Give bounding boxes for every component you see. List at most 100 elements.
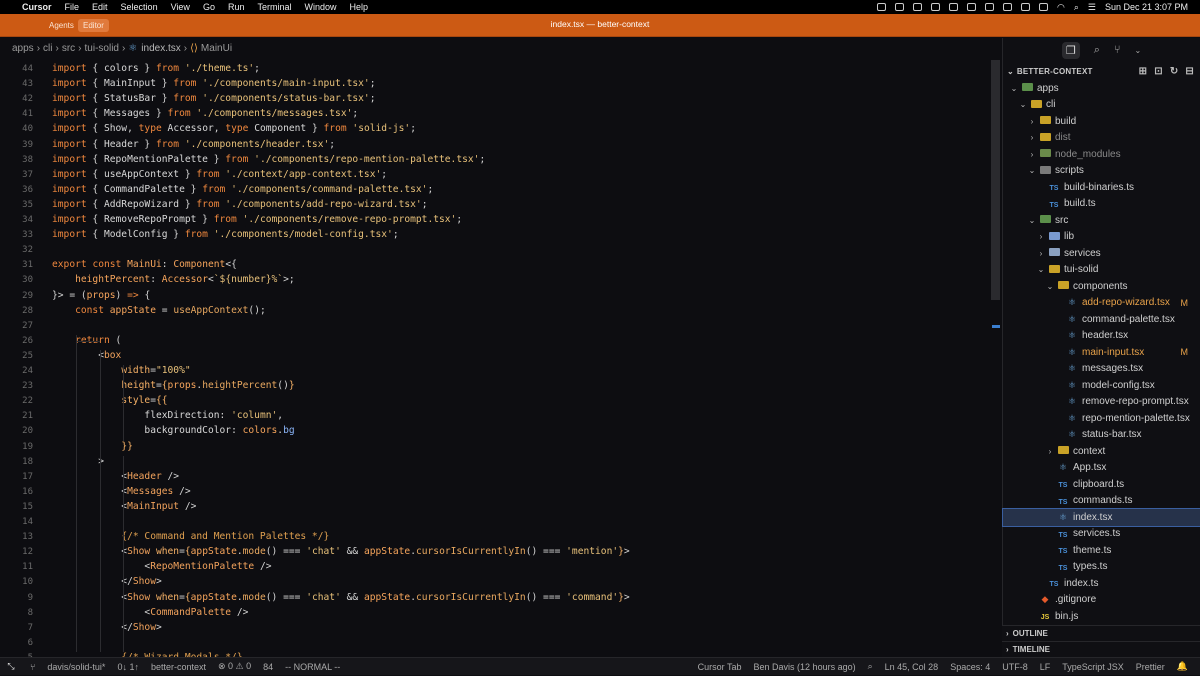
code-line[interactable]: import { StatusBar } from './components/… xyxy=(52,93,375,104)
code-line[interactable]: flexDirection: 'column', xyxy=(52,410,283,421)
search-icon[interactable]: ⌕ xyxy=(1074,2,1079,13)
menu-edit[interactable]: Edit xyxy=(92,2,108,12)
code-line[interactable]: height={props.heightPercent()} xyxy=(52,380,294,391)
code-line[interactable]: <Show when={appState.mode() === 'chat' &… xyxy=(52,546,629,557)
tray-icon[interactable] xyxy=(1020,3,1030,11)
chevron-down-icon[interactable]: ⌄ xyxy=(1134,46,1141,55)
code-line[interactable]: import { AddRepoWizard } from './compone… xyxy=(52,199,427,210)
tree-item[interactable]: TS build-binaries.ts xyxy=(1003,179,1200,196)
tree-item[interactable]: ⚛ repo-mention-palette.tsx xyxy=(1003,410,1200,427)
language-mode[interactable]: TypeScript JSX xyxy=(1062,662,1124,672)
tray-icon[interactable] xyxy=(930,3,940,11)
tree-item[interactable]: ⌄ cli xyxy=(1003,97,1200,114)
tree-item[interactable]: ⚛ header.tsx xyxy=(1003,328,1200,345)
tree-item[interactable]: ⚛ remove-repo-prompt.tsx xyxy=(1003,394,1200,411)
menu-window[interactable]: Window xyxy=(304,2,336,12)
tree-item[interactable]: ⚛ App.tsx xyxy=(1003,460,1200,477)
outline-panel-header[interactable]: › OUTLINE xyxy=(1002,625,1200,641)
app-menu[interactable]: Cursor xyxy=(22,2,52,12)
code-line[interactable]: import { ModelConfig } from './component… xyxy=(52,229,399,240)
tree-item[interactable]: ⚛ model-config.tsx xyxy=(1003,377,1200,394)
git-sync[interactable]: 0↓ 1↑ xyxy=(117,662,139,672)
code-line[interactable]: import { Header } from './components/hea… xyxy=(52,139,335,150)
tree-item[interactable]: › dist xyxy=(1003,130,1200,147)
tree-item[interactable]: ⌄ src xyxy=(1003,212,1200,229)
code-line[interactable]: <Header /> xyxy=(52,471,179,482)
breadcrumb-tui-solid[interactable]: tui-solid xyxy=(85,43,119,54)
code-line[interactable]: <Messages /> xyxy=(52,486,190,497)
project-name[interactable]: better-context xyxy=(151,662,206,672)
breadcrumb-symbol[interactable]: MainUi xyxy=(201,43,232,54)
tree-item[interactable]: › context xyxy=(1003,443,1200,460)
menubar-clock[interactable]: Sun Dec 21 3:07 PM xyxy=(1105,2,1188,12)
tree-item[interactable]: ⌄ tui-solid xyxy=(1003,262,1200,279)
tree-item[interactable]: TS build.ts xyxy=(1003,196,1200,213)
search-icon[interactable]: ⌕ xyxy=(1094,44,1100,57)
menu-terminal[interactable]: Terminal xyxy=(257,2,291,12)
zoom-icon[interactable]: ⌕ xyxy=(868,661,873,672)
code-line[interactable]: export const MainUi: Component<{ xyxy=(52,259,237,270)
cursor-tab[interactable]: Cursor Tab xyxy=(698,662,742,672)
tree-item[interactable]: › services xyxy=(1003,245,1200,262)
code-line[interactable]: backgroundColor: colors.bg xyxy=(52,425,294,436)
tree-item[interactable]: ⚛ add-repo-wizard.tsx M xyxy=(1003,295,1200,312)
menu-file[interactable]: File xyxy=(65,2,80,12)
new-folder-icon[interactable]: ⊡ xyxy=(1154,66,1163,77)
refresh-icon[interactable]: ↻ xyxy=(1170,66,1179,77)
tray-icon[interactable] xyxy=(876,3,886,11)
notifications-icon[interactable]: 🔔 xyxy=(1177,661,1188,672)
code-editor[interactable]: 44 import { colors } from './theme.ts'; 43… xyxy=(0,60,1000,657)
tree-item[interactable]: ⚛ main-input.tsx M xyxy=(1003,344,1200,361)
tree-item[interactable]: TS commands.ts xyxy=(1003,493,1200,510)
cursor-position[interactable]: Ln 45, Col 28 xyxy=(885,662,939,672)
code-line[interactable]: <CommandPalette /> xyxy=(52,607,248,618)
breadcrumb-cli[interactable]: cli xyxy=(43,43,52,54)
tray-icon[interactable] xyxy=(948,3,958,11)
eol[interactable]: LF xyxy=(1040,662,1051,672)
code-line[interactable]: import { Show, type Accessor, type Compo… xyxy=(52,123,416,134)
menu-go[interactable]: Go xyxy=(203,2,215,12)
battery-icon[interactable] xyxy=(1038,3,1048,11)
problems-count[interactable]: ⊗ 0 ⚠ 0 xyxy=(218,661,251,672)
tree-item[interactable]: ◆ .gitignore xyxy=(1003,592,1200,609)
code-line[interactable]: <Show when={appState.mode() === 'chat' &… xyxy=(52,592,629,603)
tray-icon[interactable] xyxy=(912,3,922,11)
tray-icon[interactable] xyxy=(894,3,904,11)
tree-item[interactable]: TS types.ts xyxy=(1003,559,1200,576)
tree-item[interactable]: › node_modules xyxy=(1003,146,1200,163)
collapse-all-icon[interactable]: ⊟ xyxy=(1185,66,1194,77)
indentation[interactable]: Spaces: 4 xyxy=(950,662,990,672)
menu-run[interactable]: Run xyxy=(228,2,245,12)
breadcrumb-src[interactable]: src xyxy=(62,43,75,54)
code-line[interactable]: import { MainInput } from './components/… xyxy=(52,78,375,89)
code-line[interactable]: import { useAppContext } from './context… xyxy=(52,169,387,180)
code-line[interactable]: > xyxy=(52,456,104,467)
tree-item[interactable]: ⚛ command-palette.tsx xyxy=(1003,311,1200,328)
code-line[interactable]: <box xyxy=(52,350,121,361)
breadcrumb-file[interactable]: index.tsx xyxy=(141,43,180,54)
code-line[interactable]: const appState = useAppContext(); xyxy=(52,305,266,316)
wifi-icon[interactable]: ◠ xyxy=(1057,2,1065,13)
code-line[interactable]: import { RemoveRepoPrompt } from './comp… xyxy=(52,214,462,225)
code-line[interactable]: import { Messages } from './components/m… xyxy=(52,108,358,119)
code-line[interactable]: import { CommandPalette } from './compon… xyxy=(52,184,433,195)
remote-icon[interactable]: ⤡ xyxy=(0,658,22,676)
tree-item[interactable]: TS index.ts xyxy=(1003,575,1200,592)
code-line[interactable]: style={{ xyxy=(52,395,167,406)
tray-icon[interactable] xyxy=(984,3,994,11)
code-line[interactable]: import { colors } from './theme.ts'; xyxy=(52,63,260,74)
tree-item[interactable]: ⌄ apps xyxy=(1003,80,1200,97)
tree-item[interactable]: ⚛ status-bar.tsx xyxy=(1003,427,1200,444)
menu-view[interactable]: View xyxy=(171,2,190,12)
menu-selection[interactable]: Selection xyxy=(121,2,158,12)
git-blame[interactable]: Ben Davis (12 hours ago) xyxy=(754,662,856,672)
breadcrumb-apps[interactable]: apps xyxy=(12,43,34,54)
code-line[interactable]: {/* Command and Mention Palettes */} xyxy=(52,531,329,542)
code-line[interactable]: <RepoMentionPalette /> xyxy=(52,561,271,572)
code-line[interactable]: <MainInput /> xyxy=(52,501,196,512)
tree-item[interactable]: TS theme.ts xyxy=(1003,542,1200,559)
tray-icon[interactable] xyxy=(1002,3,1012,11)
code-line[interactable]: import { RepoMentionPalette } from './co… xyxy=(52,154,485,165)
tree-item[interactable]: JS bin.js xyxy=(1003,608,1200,625)
code-line[interactable]: </Show> xyxy=(52,576,161,587)
